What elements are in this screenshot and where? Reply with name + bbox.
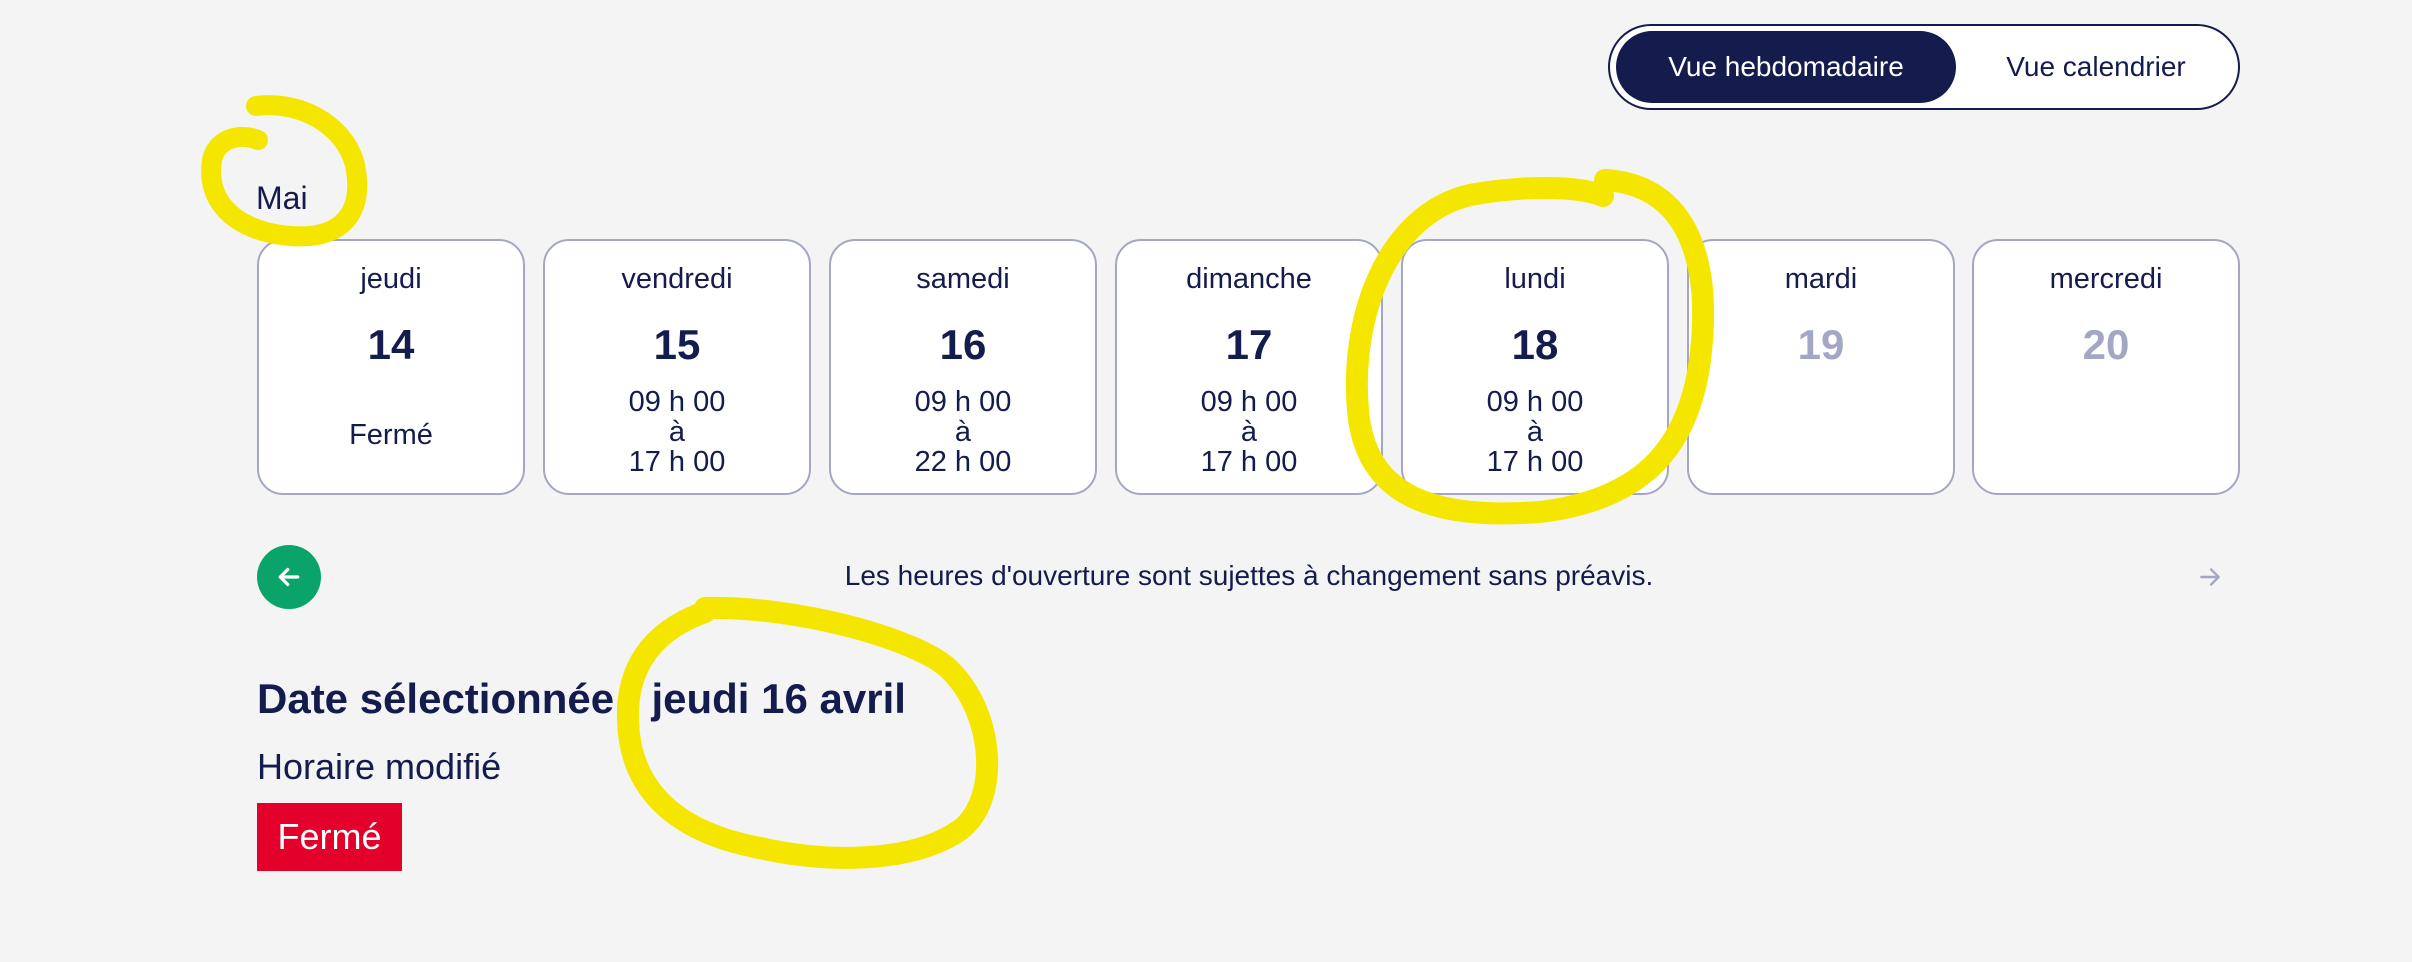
hours-separator: à [1240,416,1258,448]
day-name: dimanche [1186,263,1312,295]
day-name: mercredi [2049,263,2163,295]
day-number: 19 [1797,321,1845,368]
hours-separator: à [954,416,972,448]
closing-time: 22 h 00 [914,446,1012,478]
calendar-view-button[interactable]: Vue calendrier [1956,31,2236,103]
day-name: mardi [1784,263,1858,295]
day-number: 20 [2082,321,2130,368]
day-number: 14 [367,321,415,368]
day-card-18[interactable]: lundi 18 09 h 00 à 17 h 00 [1401,239,1669,495]
selected-date-heading: Date sélectionnée : jeudi 16 avril [257,675,906,722]
hours-separator: à [668,416,686,448]
hours-separator: à [1526,416,1544,448]
day-card-16[interactable]: samedi 16 09 h 00 à 22 h 00 [829,239,1097,495]
closing-time: 17 h 00 [628,446,726,478]
day-number: 18 [1511,321,1559,368]
day-hours: 09 h 00 à 17 h 00 [545,387,809,477]
day-card-19: mardi 19 [1687,239,1955,495]
day-card-15[interactable]: vendredi 15 09 h 00 à 17 h 00 [543,239,811,495]
day-card-14[interactable]: jeudi 14 Fermé [257,239,525,495]
day-hours: 09 h 00 à 17 h 00 [1117,387,1381,477]
day-name: samedi [916,263,1010,295]
day-number: 15 [653,321,701,368]
month-label: Mai [256,180,308,216]
day-name: lundi [1504,263,1566,295]
closing-time: 17 h 00 [1486,446,1584,478]
day-card-20: mercredi 20 [1972,239,2240,495]
opening-time: 09 h 00 [914,386,1012,418]
day-name: vendredi [621,263,733,295]
closing-time: 17 h 00 [1200,446,1298,478]
day-hours: 09 h 00 à 22 h 00 [831,387,1095,477]
opening-time: 09 h 00 [1200,386,1298,418]
highlight-circle-selected-date [616,596,999,869]
day-hours: 09 h 00 à 17 h 00 [1403,387,1667,477]
closed-badge: Fermé [257,803,402,871]
schedule-status: Horaire modifié [257,746,502,787]
weekly-view-button[interactable]: Vue hebdomadaire [1616,31,1956,103]
day-number: 16 [939,321,987,368]
day-name: jeudi [360,263,422,295]
opening-hours-notice: Les heures d'ouverture sont sujettes à c… [844,560,1654,591]
opening-time: 09 h 00 [1486,386,1584,418]
next-week-button[interactable] [2192,560,2228,594]
opening-time: 09 h 00 [628,386,726,418]
day-card-17[interactable]: dimanche 17 09 h 00 à 17 h 00 [1115,239,1383,495]
day-closed-status: Fermé [349,419,433,451]
day-number: 17 [1225,321,1273,368]
arrow-right-icon [2200,568,2220,586]
view-toggle: Vue hebdomadaire Vue calendrier [1608,24,2240,110]
